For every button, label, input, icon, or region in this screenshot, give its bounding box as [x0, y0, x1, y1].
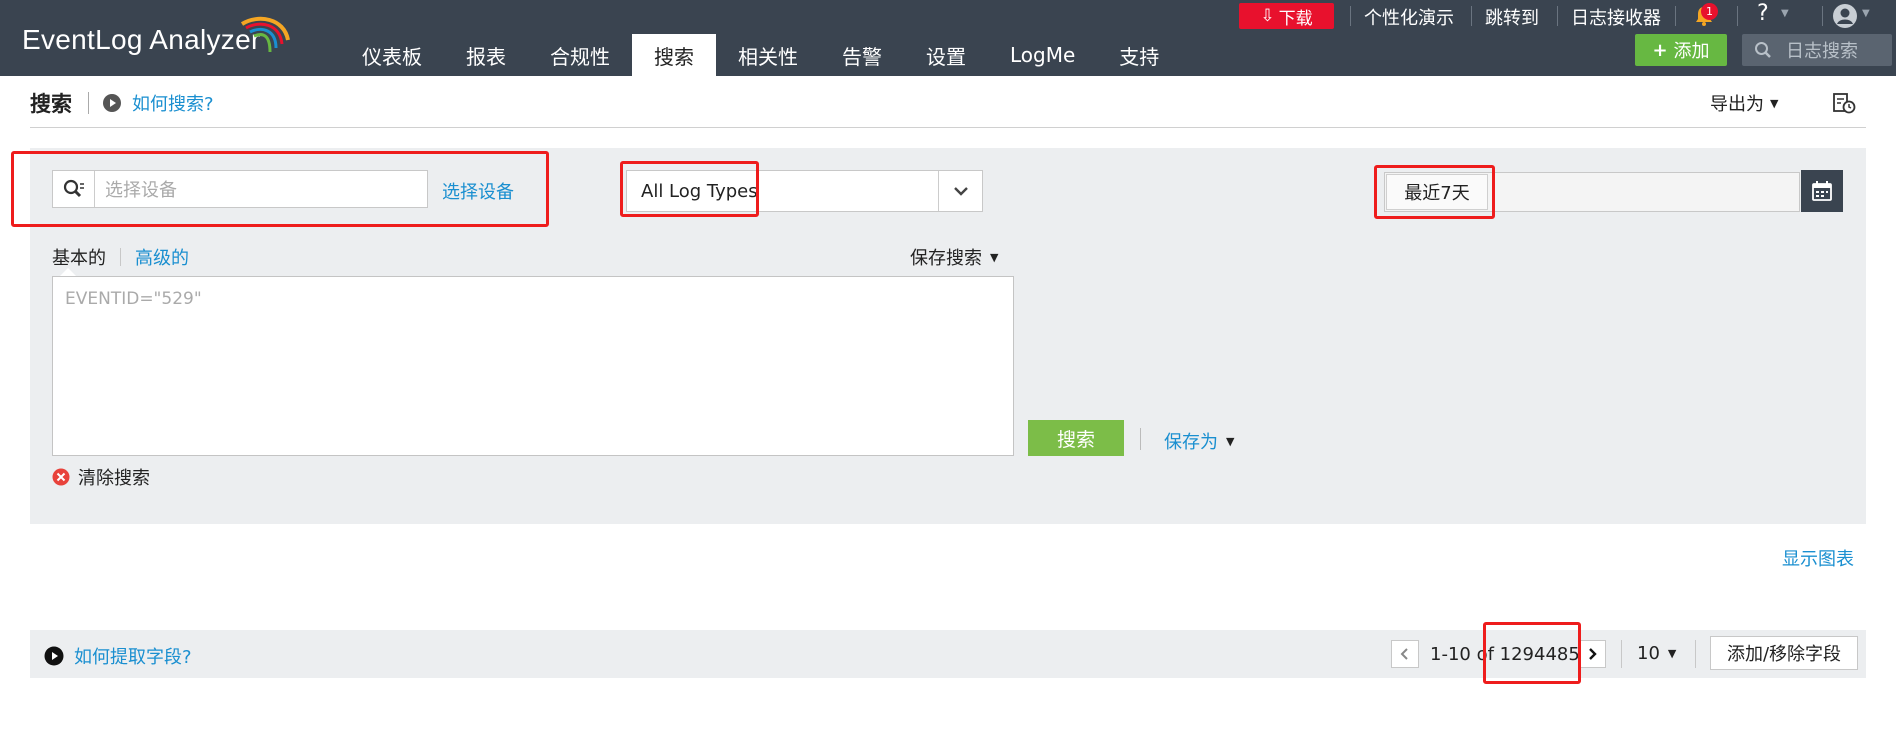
divider [1471, 6, 1472, 26]
nav-support[interactable]: 支持 [1097, 34, 1181, 76]
export-label: 导出为 [1710, 94, 1764, 115]
chevron-down-icon: ▼ [1862, 8, 1870, 19]
nav-settings[interactable]: 设置 [904, 34, 988, 76]
nav-alerts[interactable]: 告警 [820, 34, 904, 76]
main-nav: 仪表板 报表 合规性 搜索 相关性 告警 设置 LogMe 支持 [340, 34, 1181, 76]
nav-reports[interactable]: 报表 [444, 34, 528, 76]
search-mode-tabs: 基本的 高级的 [52, 244, 189, 270]
prev-page-button[interactable] [1391, 640, 1419, 668]
nav-logme[interactable]: LogMe [988, 34, 1097, 76]
schedule-report-icon[interactable] [1832, 92, 1856, 114]
extract-fields-link[interactable]: 如何提取字段? [44, 643, 192, 669]
divider [120, 248, 121, 266]
app-logo[interactable]: EventLog Analyzer [22, 24, 261, 56]
divider [1557, 6, 1558, 26]
divider [88, 92, 89, 114]
extract-fields-label: 如何提取字段? [74, 647, 192, 668]
chevron-right-icon [1589, 648, 1597, 660]
top-header: EventLog Analyzer ⇩ 下载 个性化演示 跳转到 日志接收器 1… [0, 0, 1896, 76]
nav-compliance[interactable]: 合规性 [528, 34, 632, 76]
calendar-button[interactable] [1801, 170, 1843, 212]
calendar-icon [1812, 181, 1832, 201]
save-as-dropdown[interactable]: 保存为 ▼ [1164, 428, 1234, 454]
chevron-down-icon: ▼ [1781, 8, 1789, 19]
highlight-logtype-box [620, 161, 759, 217]
next-page-button[interactable] [1578, 640, 1606, 668]
tab-basic[interactable]: 基本的 [52, 244, 106, 270]
saved-search-dropdown[interactable]: 保存搜索 ▼ [910, 244, 998, 270]
show-chart-link[interactable]: 显示图表 [1782, 545, 1854, 571]
notification-badge: 1 [1701, 3, 1718, 20]
caret-down-icon: ▼ [1770, 96, 1779, 110]
save-as-label: 保存为 [1164, 432, 1218, 453]
add-button[interactable]: + 添加 [1635, 34, 1727, 66]
how-to-search-link[interactable]: 如何搜索? [102, 90, 214, 116]
download-label: 下载 [1278, 8, 1313, 29]
log-receiver-link[interactable]: 日志接收器 [1571, 4, 1661, 30]
add-label: 添加 [1673, 41, 1710, 62]
caret-down-icon: ▼ [1667, 647, 1677, 660]
jump-to-link[interactable]: 跳转到 [1485, 4, 1539, 30]
divider [1822, 6, 1823, 26]
logo-swoosh-icon [240, 16, 290, 53]
per-page-dropdown[interactable]: 10 ▼ [1637, 643, 1676, 664]
nav-dashboard[interactable]: 仪表板 [340, 34, 444, 76]
log-search-placeholder: 日志搜索 [1786, 41, 1858, 62]
caret-down-icon: ▼ [990, 250, 999, 264]
divider [1621, 640, 1622, 668]
page-title: 搜索 [30, 92, 72, 116]
query-placeholder: EVENTID="529" [65, 289, 202, 309]
highlight-device-box [11, 151, 549, 227]
sub-header: 搜索 如何搜索? 导出为 ▼ [30, 76, 1866, 128]
help-icon[interactable]: ? [1757, 1, 1769, 26]
caret-down-icon: ▼ [1226, 434, 1235, 448]
divider [1350, 6, 1351, 26]
play-circle-icon [103, 94, 121, 112]
download-icon: ⇩ [1260, 6, 1275, 26]
query-textarea[interactable]: EVENTID="529" [52, 276, 1014, 456]
per-page-value: 10 [1637, 643, 1660, 664]
divider [1695, 640, 1696, 668]
divider [1675, 6, 1676, 26]
log-search-input[interactable]: 日志搜索 [1742, 34, 1892, 66]
how-to-search-label: 如何搜索? [132, 94, 214, 115]
play-circle-icon [44, 646, 64, 666]
download-button[interactable]: ⇩ 下载 [1239, 3, 1334, 29]
highlight-count-box [1483, 622, 1581, 684]
plus-icon: + [1652, 39, 1668, 61]
nav-search[interactable]: 搜索 [632, 34, 716, 76]
export-dropdown[interactable]: 导出为 ▼ [1710, 90, 1778, 116]
highlight-date-box [1374, 165, 1495, 219]
personalized-demo-link[interactable]: 个性化演示 [1364, 4, 1454, 30]
tab-advanced[interactable]: 高级的 [135, 244, 189, 270]
nav-correlation[interactable]: 相关性 [716, 34, 820, 76]
divider [1737, 6, 1738, 26]
chevron-down-icon [953, 187, 968, 196]
search-icon [1755, 42, 1771, 58]
clear-search-button[interactable]: 清除搜索 [52, 464, 150, 490]
user-avatar-icon[interactable] [1832, 3, 1858, 29]
saved-search-label: 保存搜索 [910, 248, 982, 269]
chevron-left-icon [1400, 648, 1408, 660]
add-remove-fields-button[interactable]: 添加/移除字段 [1710, 636, 1858, 670]
search-button[interactable]: 搜索 [1028, 420, 1124, 456]
clear-icon [52, 468, 70, 486]
divider [1140, 428, 1141, 450]
active-tab-pointer [60, 268, 76, 276]
clear-search-label: 清除搜索 [78, 468, 150, 489]
